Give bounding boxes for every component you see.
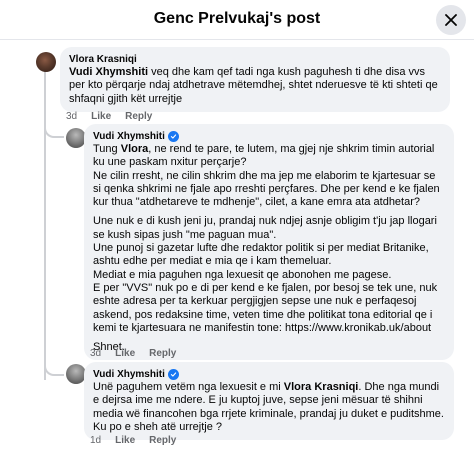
- reply-button[interactable]: Reply: [149, 348, 176, 359]
- thread-connector: [44, 112, 64, 138]
- like-button[interactable]: Like: [115, 435, 135, 446]
- comment-author[interactable]: Vudi Xhymshiti: [93, 368, 445, 381]
- mention-link[interactable]: Vlora Krasniqi: [284, 381, 359, 393]
- comment-bubble: Vudi Xhymshiti Tung Vlora, ne rend te pa…: [84, 124, 454, 361]
- comment-actions: 3d Like Reply: [90, 348, 176, 359]
- mention-link[interactable]: Vlora: [121, 143, 149, 155]
- verified-badge-icon: [167, 131, 179, 142]
- post-title: Genc Prelvukaj's post: [153, 10, 321, 27]
- comment-author[interactable]: Vudi Xhymshiti: [93, 130, 445, 143]
- like-button[interactable]: Like: [115, 348, 135, 359]
- comment-time[interactable]: 3d: [90, 348, 101, 359]
- reply-button[interactable]: Reply: [125, 111, 152, 122]
- comment-text: Vudi Xhymshiti veq dhe kam qef tadi nga …: [69, 66, 438, 105]
- like-button[interactable]: Like: [91, 111, 111, 122]
- close-icon: [445, 14, 457, 26]
- comment-author[interactable]: Vlora Krasniqi: [69, 53, 441, 66]
- comment-text: Unë paguhem vetëm nga lexuesit e mi Vlor…: [93, 381, 444, 433]
- comment-text: Tung Vlora, ne rend te pare, te lutem, m…: [93, 143, 440, 354]
- comment-bubble: Vlora Krasniqi Vudi Xhymshiti veq dhe ka…: [60, 47, 450, 112]
- mention-link[interactable]: Vudi Xhymshiti: [69, 66, 148, 78]
- avatar[interactable]: [66, 128, 86, 148]
- close-button[interactable]: [436, 5, 466, 35]
- avatar[interactable]: [66, 364, 86, 384]
- comment-time[interactable]: 1d: [90, 435, 101, 446]
- comment-time[interactable]: 3d: [66, 111, 77, 122]
- avatar[interactable]: [36, 52, 56, 72]
- comment-bubble: Vudi Xhymshiti Unë paguhem vetëm nga lex…: [84, 362, 454, 441]
- reply-button[interactable]: Reply: [149, 435, 176, 446]
- post-header: Genc Prelvukaj's post: [0, 0, 474, 40]
- comment-actions: 1d Like Reply: [90, 435, 176, 446]
- thread-connector: [44, 350, 64, 376]
- verified-badge-icon: [167, 369, 179, 380]
- comment-actions: 3d Like Reply: [66, 111, 152, 122]
